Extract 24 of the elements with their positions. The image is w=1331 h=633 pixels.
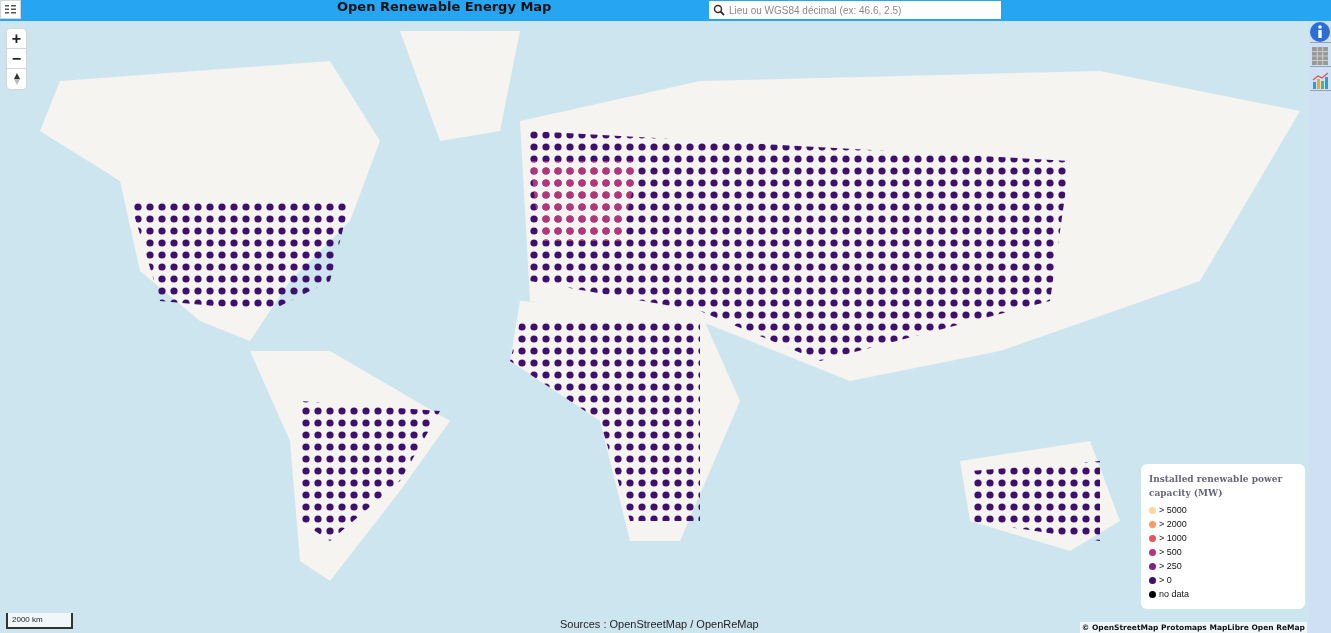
- info-icon: [1310, 22, 1330, 42]
- chart-icon: [1311, 71, 1329, 89]
- sources-text: Sources : OpenStreetMap / OpenReMap: [560, 617, 759, 632]
- legend-title: Installed renewable power capacity (MW): [1149, 473, 1284, 500]
- legend-label: > 2000: [1159, 517, 1187, 531]
- legend-label: > 1000: [1159, 531, 1187, 545]
- info-button[interactable]: [1309, 22, 1331, 43]
- scale-bar: 2000 km: [6, 613, 73, 629]
- search-field[interactable]: Lieu ou WGS84 décimal (ex: 46.6, 2.5): [729, 1, 1001, 19]
- app-title: Open Renewable Energy Map: [337, 0, 552, 16]
- search-icon: [713, 4, 725, 16]
- legend-label: no data: [1159, 587, 1190, 601]
- legend-label: > 500: [1159, 545, 1182, 559]
- zoom-out-button[interactable]: −: [7, 49, 26, 69]
- compass-icon: [13, 73, 20, 85]
- chart-button[interactable]: [1309, 70, 1331, 91]
- zoom-in-button[interactable]: +: [7, 29, 26, 49]
- legend-label: > 0: [1159, 573, 1172, 587]
- legend-label: > 5000: [1159, 503, 1187, 517]
- menu-icon: [5, 5, 16, 14]
- search-button[interactable]: [709, 1, 729, 19]
- legend-label: > 250: [1159, 559, 1182, 573]
- table-icon: [1312, 47, 1328, 65]
- menu-button[interactable]: [0, 0, 21, 19]
